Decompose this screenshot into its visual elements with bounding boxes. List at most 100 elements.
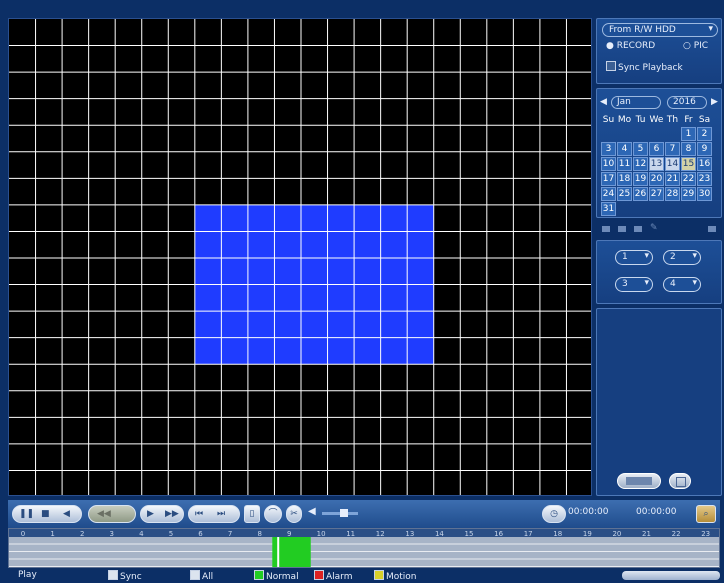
calendar-day[interactable]: 10 bbox=[601, 157, 616, 171]
headphone-icon: ⌒ bbox=[268, 509, 278, 519]
source-panel: From R/W HDD ▾ ● RECORD ○ PIC Sync Playb… bbox=[596, 18, 722, 84]
calendar-day[interactable]: 18 bbox=[617, 172, 632, 186]
calendar-day[interactable]: 17 bbox=[601, 172, 616, 186]
volume-icon[interactable]: ◀ bbox=[308, 506, 316, 517]
radio-record[interactable]: ● RECORD bbox=[606, 41, 655, 51]
timeline-hour-label: 11 bbox=[346, 530, 355, 538]
time-start[interactable]: 00:00:00 bbox=[568, 507, 608, 517]
volume-slider-handle[interactable] bbox=[340, 509, 348, 517]
play-backward-icon[interactable]: ◀ bbox=[63, 506, 70, 522]
calendar-day[interactable]: 9 bbox=[697, 142, 712, 156]
motion-legend[interactable]: Motion bbox=[374, 570, 417, 582]
alarm-legend[interactable]: Alarm bbox=[314, 570, 352, 582]
calendar-day[interactable]: 30 bbox=[697, 187, 712, 201]
fast-forward-icon[interactable]: ▶▶ bbox=[165, 506, 179, 522]
timeline-hour-label: 17 bbox=[524, 530, 533, 538]
source-dropdown[interactable]: From R/W HDD ▾ bbox=[602, 23, 718, 37]
normal-label: Normal bbox=[266, 572, 299, 582]
calendar-day[interactable]: 20 bbox=[649, 172, 664, 186]
calendar-day[interactable]: 23 bbox=[697, 172, 712, 186]
calendar-day[interactable]: 2 bbox=[697, 127, 712, 141]
zoom-timeline-buttons[interactable] bbox=[622, 571, 720, 580]
sync-checkbox[interactable]: Sync bbox=[108, 570, 142, 582]
calendar-day[interactable]: 16 bbox=[697, 157, 712, 171]
chevron-down-icon: ▾ bbox=[644, 251, 649, 261]
calendar-empty bbox=[617, 202, 632, 216]
calendar-day[interactable]: 22 bbox=[681, 172, 696, 186]
calendar-day[interactable]: 8 bbox=[681, 142, 696, 156]
chevron-down-icon: ▾ bbox=[644, 278, 649, 288]
timeline-hour-label: 5 bbox=[169, 530, 173, 538]
channel-select-1[interactable]: 1 ▾ bbox=[615, 250, 653, 265]
month-dropdown[interactable]: Jan bbox=[611, 96, 661, 109]
time-end[interactable]: 00:00:00 bbox=[636, 507, 676, 517]
fullscreen-button[interactable] bbox=[669, 473, 691, 489]
radio-pic-label: PIC bbox=[693, 41, 709, 51]
stop-icon[interactable]: ■ bbox=[41, 506, 50, 522]
calendar-day[interactable]: 11 bbox=[617, 157, 632, 171]
clock-icon: ◷ bbox=[550, 509, 558, 519]
playback-control-bar: ❚❚ ■ ◀ ◀◀ ▶ ▶▶ ⏮ ⏭ ▯ ⌒ ✂ ◀ ◷ 00:00:00 00… bbox=[8, 500, 720, 528]
calendar-day[interactable]: 3 bbox=[601, 142, 616, 156]
search-button[interactable]: ⌕ bbox=[696, 505, 716, 523]
calendar-day[interactable]: 13 bbox=[649, 157, 664, 171]
video-grid-area[interactable] bbox=[8, 18, 592, 496]
calendar-day[interactable]: 14 bbox=[665, 157, 680, 171]
prev-month-icon[interactable]: ◀ bbox=[600, 97, 607, 107]
normal-legend[interactable]: Normal bbox=[254, 570, 299, 582]
radio-pic[interactable]: ○ PIC bbox=[683, 41, 708, 51]
frame-button[interactable]: ▯ bbox=[244, 505, 260, 523]
calendar-day[interactable]: 6 bbox=[649, 142, 664, 156]
skip-forward-icon[interactable]: ⏭ bbox=[217, 506, 225, 522]
motion-grid[interactable] bbox=[9, 19, 592, 496]
channel-select-2[interactable]: 2 ▾ bbox=[663, 250, 701, 265]
calendar-day[interactable]: 7 bbox=[665, 142, 680, 156]
calendar-day[interactable]: 26 bbox=[633, 187, 648, 201]
edit-icon[interactable]: ✎ bbox=[650, 223, 658, 233]
normal-color-swatch bbox=[254, 570, 264, 580]
all-checkbox[interactable]: All bbox=[190, 570, 213, 582]
calendar-day[interactable]: 19 bbox=[633, 172, 648, 186]
audio-button[interactable]: ⌒ bbox=[264, 505, 282, 523]
channel-label: 3 bbox=[622, 279, 628, 289]
file-icon[interactable] bbox=[634, 226, 642, 232]
list-icon[interactable] bbox=[602, 226, 610, 232]
calendar-day[interactable]: 29 bbox=[681, 187, 696, 201]
time-search-button[interactable]: ◷ bbox=[542, 505, 566, 523]
calendar-day[interactable]: 15 bbox=[681, 157, 696, 171]
pause-icon[interactable]: ❚❚ bbox=[19, 506, 34, 522]
calendar-day[interactable]: 28 bbox=[665, 187, 680, 201]
calendar-day[interactable]: 25 bbox=[617, 187, 632, 201]
play-icon[interactable]: ▶ bbox=[147, 506, 154, 522]
view-mode-button[interactable] bbox=[617, 473, 661, 489]
timeline-hour-label: 2 bbox=[80, 530, 84, 538]
weekday-header: Su bbox=[602, 115, 615, 125]
year-dropdown[interactable]: 2016 bbox=[667, 96, 707, 109]
channel-select-4[interactable]: 4 ▾ bbox=[663, 277, 701, 292]
settings-icon[interactable] bbox=[708, 226, 716, 232]
calendar-day[interactable]: 5 bbox=[633, 142, 648, 156]
scissors-icon: ✂ bbox=[290, 509, 298, 519]
sync-playback-checkbox[interactable]: Sync Playback bbox=[606, 61, 683, 73]
calendar-day[interactable]: 1 bbox=[681, 127, 696, 141]
calendar-day[interactable]: 27 bbox=[649, 187, 664, 201]
calendar-day[interactable]: 21 bbox=[665, 172, 680, 186]
calendar-day[interactable]: 31 bbox=[601, 202, 616, 216]
clip-button[interactable]: ✂ bbox=[286, 505, 302, 523]
frame-step-group[interactable]: ◀◀ bbox=[88, 505, 136, 523]
timeline-hour-label: 7 bbox=[228, 530, 232, 538]
weekday-header: Sa bbox=[698, 115, 711, 125]
calendar-day[interactable]: 24 bbox=[601, 187, 616, 201]
next-month-icon[interactable]: ▶ bbox=[711, 97, 718, 107]
timeline-graphic[interactable]: 0 1 2 3 4 5 6 7 8 9 10 11 12 13 14 15 16 17 18 19 20 21 22 23 bbox=[9, 529, 719, 567]
grid-icon[interactable] bbox=[618, 226, 626, 232]
calendar-day[interactable]: 12 bbox=[633, 157, 648, 171]
skip-back-icon[interactable]: ⏮ bbox=[195, 506, 203, 522]
calendar-empty bbox=[665, 127, 680, 141]
channel-select-3[interactable]: 3 ▾ bbox=[615, 277, 653, 292]
sync-playback-label: Sync Playback bbox=[618, 63, 683, 73]
slow-icon: ◀◀ bbox=[97, 509, 111, 519]
calendar-day[interactable]: 4 bbox=[617, 142, 632, 156]
timeline[interactable]: 0 1 2 3 4 5 6 7 8 9 10 11 12 13 14 15 16 17 18 19 20 21 22 23 bbox=[8, 528, 720, 568]
alarm-color-swatch bbox=[314, 570, 324, 580]
